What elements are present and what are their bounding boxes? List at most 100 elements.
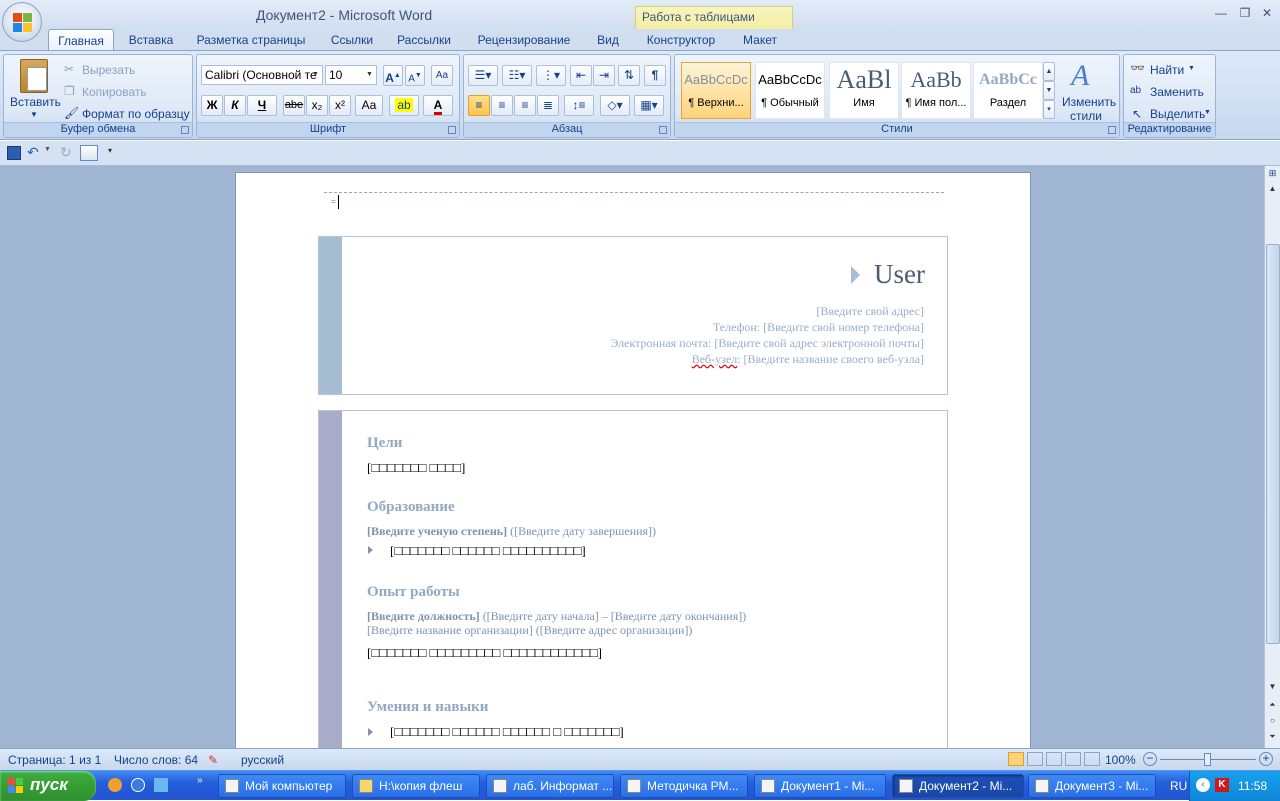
styles-launcher-icon[interactable]	[1108, 126, 1116, 134]
quicklaunch-ie-icon[interactable]	[131, 778, 145, 792]
replace-button[interactable]: Заменить	[1150, 85, 1204, 99]
borders-icon[interactable]: ▦▾	[634, 95, 664, 116]
language-status[interactable]: русский	[241, 753, 284, 767]
justify-icon[interactable]: ≣	[537, 95, 559, 116]
superscript-button[interactable]: x²	[329, 95, 351, 116]
table-icon[interactable]	[80, 145, 98, 161]
minimize-icon[interactable]: —	[1212, 6, 1230, 22]
change-case-button[interactable]: Aa	[355, 95, 383, 116]
task-doc2[interactable]: Документ2 - Mi...	[892, 774, 1024, 798]
clear-formatting-icon[interactable]: Aa	[431, 65, 453, 86]
sort-icon[interactable]: ⇅	[618, 65, 640, 86]
language-indicator[interactable]: RU	[1170, 779, 1187, 793]
zoom-in-icon[interactable]: +	[1259, 752, 1273, 766]
ruler-toggle-icon[interactable]: ⊞	[1266, 168, 1279, 182]
show-marks-icon[interactable]: ¶	[644, 65, 666, 86]
page-count[interactable]: Страница: 1 из 1	[8, 753, 101, 767]
style-header[interactable]: AaBbCcDc ¶ Верхни...	[681, 62, 751, 119]
close-icon[interactable]: ✕	[1258, 6, 1276, 22]
quicklaunch-more-icon[interactable]: »	[197, 775, 203, 786]
clock[interactable]: 11:58	[1238, 779, 1267, 793]
style-full-name[interactable]: AaBb ¶ Имя пол...	[901, 62, 971, 119]
email-field[interactable]: Электронная почта: [Введите свой адрес э…	[610, 336, 924, 351]
change-styles-label-2[interactable]: стили	[1070, 109, 1102, 123]
tab-page-layout[interactable]: Разметка страницы	[192, 31, 310, 50]
align-left-icon[interactable]: ≡	[468, 95, 490, 116]
cut-button[interactable]: Вырезать	[82, 63, 135, 77]
web-field[interactable]: Веб-узел: [Введите название своего веб-у…	[692, 352, 924, 367]
undo-dropdown-icon[interactable]: ▼	[44, 146, 58, 160]
redo-icon[interactable]: ↻	[60, 145, 74, 160]
line-spacing-icon[interactable]: ↕≡	[564, 95, 594, 116]
task-doc1[interactable]: Документ1 - Mi...	[754, 774, 886, 798]
highlight-icon[interactable]: ab	[389, 95, 419, 116]
tab-references[interactable]: Ссылки	[324, 31, 380, 50]
paste-button[interactable]: Вставить	[10, 95, 61, 109]
skills-bullet-text[interactable]: [□□□□□□□ □□□□□□ □□□□□□ □ □□□□□□□]	[390, 724, 624, 740]
format-painter-button[interactable]: Формат по образцу	[82, 107, 190, 121]
next-page-icon[interactable]: ⏷	[1266, 732, 1279, 746]
scroll-up-icon[interactable]: ▲	[1266, 184, 1279, 198]
bullets-icon[interactable]: ☰▾	[468, 65, 498, 86]
select-button[interactable]: Выделить	[1150, 107, 1205, 121]
tab-review[interactable]: Рецензирование	[468, 31, 580, 50]
antivirus-icon[interactable]: K	[1215, 778, 1229, 792]
zoom-out-icon[interactable]: −	[1143, 752, 1157, 766]
paste-icon[interactable]	[20, 59, 48, 93]
word-count[interactable]: Число слов: 64	[114, 753, 198, 767]
bold-button[interactable]: Ж	[201, 95, 223, 116]
vertical-scrollbar[interactable]: ⊞ ▲ ▼ ⏶ ○ ⏷	[1264, 166, 1280, 748]
font-name-combo[interactable]: Calibri (Основной те ▼	[201, 65, 323, 85]
style-normal[interactable]: AaBbCcDc ¶ Обычный	[755, 62, 825, 119]
align-center-icon[interactable]: ≡	[491, 95, 513, 116]
find-dropdown-icon[interactable]: ▼	[1188, 65, 1195, 72]
web-layout-icon[interactable]	[1046, 752, 1062, 766]
quicklaunch-desktop-icon[interactable]	[154, 778, 168, 792]
education-bullet-text[interactable]: [□□□□□□□ □□□□□□ □□□□□□□□□□]	[390, 543, 586, 559]
full-screen-reading-icon[interactable]	[1027, 752, 1043, 766]
decrease-indent-icon[interactable]: ⇤	[570, 65, 592, 86]
zoom-level[interactable]: 100%	[1105, 753, 1136, 767]
scroll-thumb[interactable]	[1266, 244, 1280, 644]
customize-qat-icon[interactable]: ▾	[108, 146, 122, 160]
zoom-slider-thumb[interactable]	[1204, 753, 1211, 766]
prev-page-icon[interactable]: ⏶	[1266, 700, 1279, 714]
styles-scroll-down-icon[interactable]: ▼	[1043, 81, 1055, 100]
font-color-icon[interactable]: A	[423, 95, 453, 116]
tab-insert[interactable]: Вставка	[122, 31, 180, 50]
find-button[interactable]: Найти	[1150, 63, 1184, 77]
italic-button[interactable]: К	[224, 95, 246, 116]
office-button[interactable]	[2, 2, 42, 42]
multilevel-list-icon[interactable]: ⋮▾	[536, 65, 566, 86]
task-doc-method[interactable]: Методичка РМ...	[620, 774, 748, 798]
paragraph-launcher-icon[interactable]	[659, 126, 667, 134]
work-text[interactable]: [□□□□□□□ □□□□□□□□□ □□□□□□□□□□□□]	[367, 645, 602, 661]
work-line[interactable]: [Введите должность] ([Введите дату начал…	[367, 609, 746, 624]
undo-icon[interactable]: ↶	[27, 145, 41, 160]
font-size-combo[interactable]: 10 ▼	[325, 65, 377, 85]
numbering-icon[interactable]: ☷▾	[502, 65, 532, 86]
font-name-dropdown-icon[interactable]: ▼	[310, 67, 321, 83]
outline-icon[interactable]	[1065, 752, 1081, 766]
browse-object-icon[interactable]: ○	[1266, 716, 1279, 730]
tab-home[interactable]: Главная	[48, 29, 114, 51]
align-right-icon[interactable]: ≡	[514, 95, 536, 116]
change-styles-label-1[interactable]: Изменить	[1062, 95, 1116, 109]
tab-view[interactable]: Вид	[592, 31, 624, 50]
task-folder[interactable]: H:\копия флеш	[352, 774, 480, 798]
style-name[interactable]: AaBl Имя	[829, 62, 899, 119]
style-section[interactable]: AaBbCc Раздел	[973, 62, 1043, 119]
save-icon[interactable]	[7, 146, 21, 160]
address-field[interactable]: [Введите свой адрес]	[816, 304, 924, 319]
increase-indent-icon[interactable]: ⇥	[593, 65, 615, 86]
tab-layout[interactable]: Макет	[736, 31, 784, 50]
scroll-down-icon[interactable]: ▼	[1266, 682, 1279, 696]
print-layout-icon[interactable]	[1008, 752, 1024, 766]
subscript-button[interactable]: x₂	[306, 95, 328, 116]
underline-button[interactable]: Ч	[247, 95, 277, 116]
start-button[interactable]: пуск	[0, 771, 96, 801]
select-dropdown-icon[interactable]: ▼	[1204, 109, 1211, 116]
shrink-font-icon[interactable]: A▼	[405, 65, 425, 86]
restore-icon[interactable]: ❐	[1236, 6, 1254, 22]
draft-icon[interactable]	[1084, 752, 1100, 766]
